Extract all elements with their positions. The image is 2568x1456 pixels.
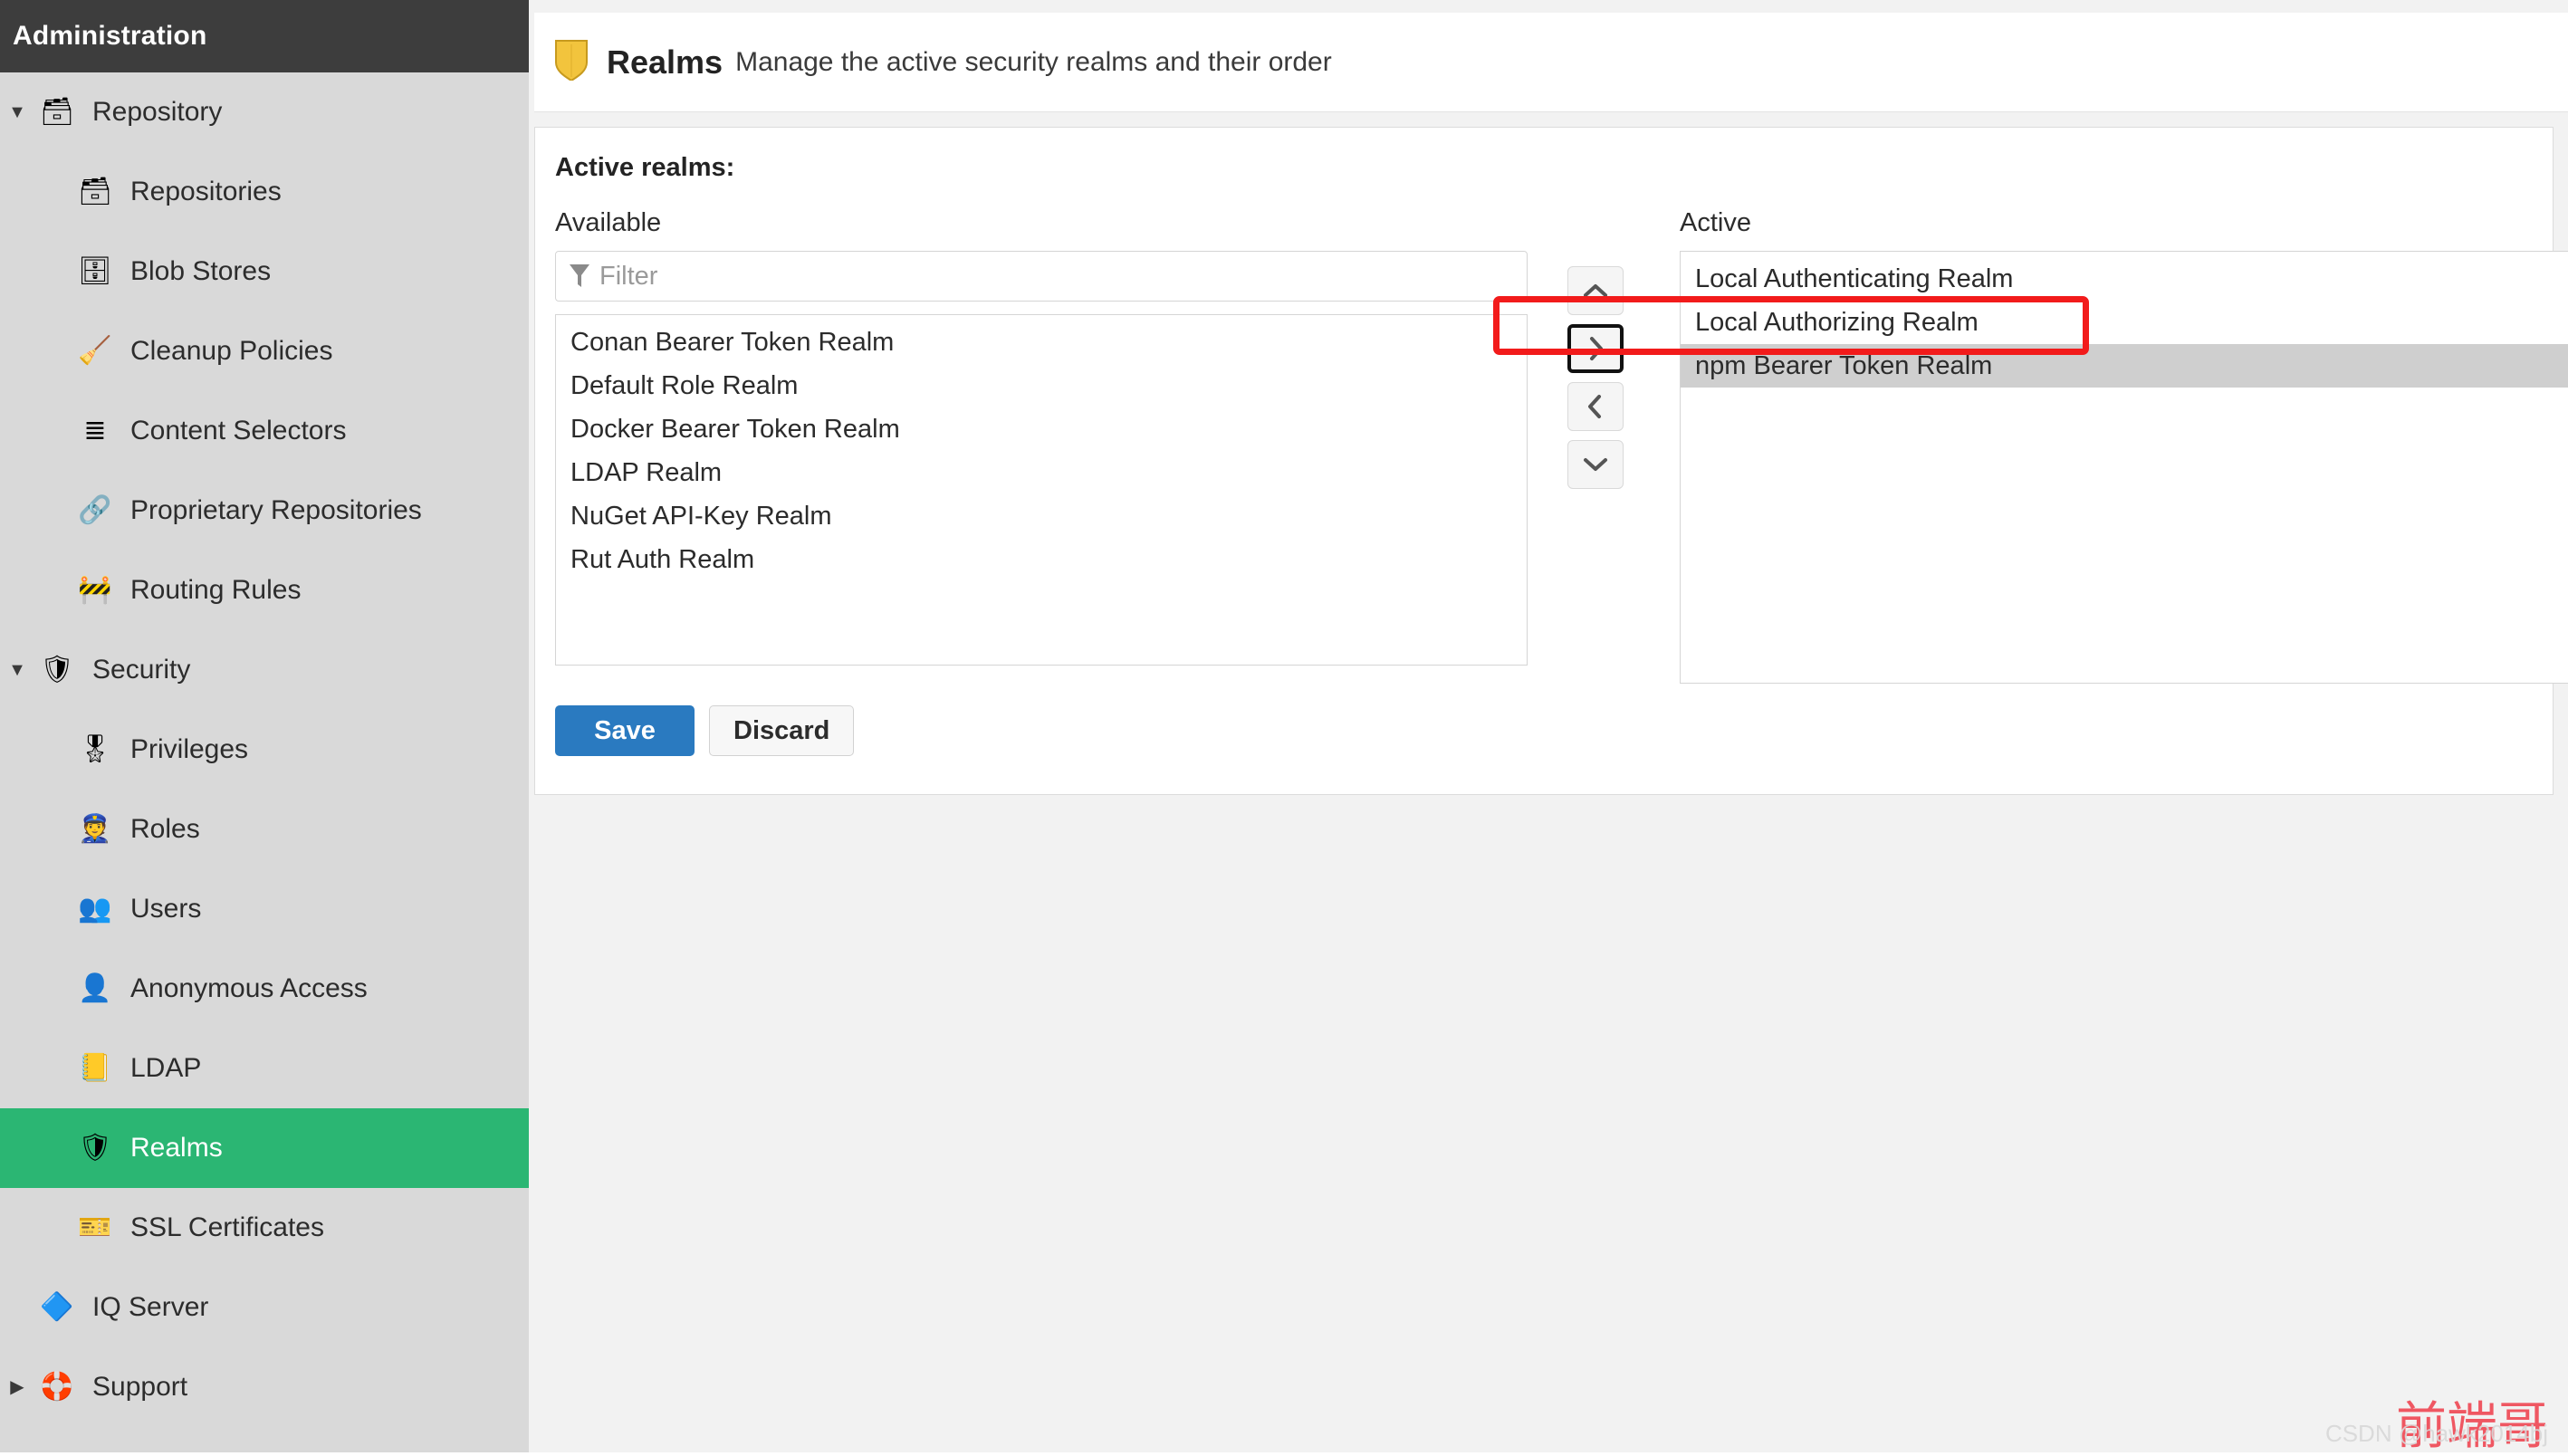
medal-icon: 🎖 <box>74 729 116 771</box>
funnel-icon <box>569 263 592 290</box>
address-book-icon: 📒 <box>74 1048 116 1089</box>
list-item[interactable]: Default Role Realm <box>556 364 1527 407</box>
move-right-button[interactable] <box>1567 324 1624 373</box>
list-item[interactable]: NuGet API-Key Realm <box>556 494 1527 538</box>
caret-down-icon[interactable]: ▼ <box>5 661 29 679</box>
sidebar-item-security[interactable]: ▼ 🛡Security <box>0 630 529 710</box>
list-item[interactable]: npm Bearer Token Realm <box>1681 344 2568 388</box>
available-heading: Available <box>555 208 1528 238</box>
sidebar-item-repository[interactable]: ▼ 🗃Repository <box>0 72 529 152</box>
sidebar-item-ssl-certificates[interactable]: 🎫SSL Certificates <box>0 1188 529 1268</box>
sidebar-nav: ▼🗃Repository🗃Repositories🗄Blob Stores🧹Cl… <box>0 72 529 1427</box>
sidebar-item-repositories[interactable]: 🗃Repositories <box>0 152 529 232</box>
discard-button[interactable]: Discard <box>709 705 854 756</box>
sidebar-item-label: Blob Stores <box>116 256 271 287</box>
sidebar-item-privileges[interactable]: 🎖Privileges <box>0 710 529 790</box>
sidebar-item-label: Cleanup Policies <box>116 336 332 367</box>
sidebar-item-label: Users <box>116 894 201 924</box>
move-down-button[interactable] <box>1567 440 1624 489</box>
sidebar-header: Administration <box>0 0 529 72</box>
caret-down-icon[interactable]: ▼ <box>5 103 29 121</box>
sidebar-item-label: Realms <box>116 1133 223 1164</box>
filter-input[interactable] <box>599 262 1514 292</box>
sidebar-item-roles[interactable]: 👮Roles <box>0 790 529 869</box>
active-column: Active Local Authenticating RealmLocal A… <box>1680 208 2568 684</box>
main-content: Realms Manage the active security realms… <box>529 0 2568 1452</box>
watermark-subtext: CSDN @hawk2014bj <box>2325 1422 2548 1445</box>
move-left-button[interactable] <box>1567 382 1624 431</box>
shield-icon <box>552 37 590 88</box>
database-icon: 🗃 <box>36 91 78 133</box>
panel-actions: Save Discard <box>555 705 854 756</box>
certificate-icon: 🎫 <box>74 1207 116 1249</box>
sidebar-item-label: Privileges <box>116 734 248 765</box>
page-title: Realms <box>607 43 723 81</box>
sidebar-item-realms[interactable]: 🛡Realms <box>0 1108 529 1188</box>
layers-icon: ≣ <box>74 410 116 452</box>
sidebar-item-cleanup-policies[interactable]: 🧹Cleanup Policies <box>0 311 529 391</box>
proprietary-icon: 🔗 <box>74 490 116 532</box>
shield-icon: 🛡 <box>74 1127 116 1169</box>
sidebar-item-blob-stores[interactable]: 🗄Blob Stores <box>0 232 529 311</box>
sidebar-item-label: Content Selectors <box>116 416 346 446</box>
list-item[interactable]: Local Authorizing Realm <box>1681 301 2568 344</box>
sidebar-item-ldap[interactable]: 📒LDAP <box>0 1029 529 1108</box>
server-stack-icon: 🗄 <box>74 251 116 292</box>
sidebar-item-label: IQ Server <box>78 1292 208 1323</box>
list-item[interactable]: Rut Auth Realm <box>556 538 1527 581</box>
active-heading: Active <box>1680 208 2568 238</box>
signpost-icon: 🚧 <box>74 570 116 611</box>
move-up-button[interactable] <box>1567 266 1624 315</box>
sidebar-item-label: Repository <box>78 97 222 128</box>
iq-server-icon: 🔷 <box>36 1287 78 1328</box>
sidebar: Administration ▼🗃Repository🗃Repositories… <box>0 0 529 1452</box>
list-item[interactable]: Docker Bearer Token Realm <box>556 407 1527 451</box>
list-item[interactable]: Local Authenticating Realm <box>1681 257 2568 301</box>
page-header: Realms Manage the active security realms… <box>534 13 2568 112</box>
sidebar-item-content-selectors[interactable]: ≣Content Selectors <box>0 391 529 471</box>
sidebar-item-label: Anonymous Access <box>116 973 368 1004</box>
sidebar-item-proprietary-repositories[interactable]: 🔗Proprietary Repositories <box>0 471 529 551</box>
sidebar-item-label: Routing Rules <box>116 575 301 606</box>
sidebar-item-iq-server[interactable]: 🔷IQ Server <box>0 1268 529 1347</box>
person-icon: 👤 <box>74 968 116 1010</box>
sidebar-item-routing-rules[interactable]: 🚧Routing Rules <box>0 551 529 630</box>
page-subtitle: Manage the active security realms and th… <box>735 47 1332 78</box>
active-realms-list[interactable]: Local Authenticating RealmLocal Authoriz… <box>1680 251 2568 684</box>
realms-panel: Active realms: Available Conan Bearer To… <box>534 127 2554 795</box>
sidebar-item-label: LDAP <box>116 1053 201 1084</box>
shield-security-icon: 🛡 <box>36 649 78 691</box>
transfer-button-group <box>1567 266 1633 498</box>
officer-icon: 👮 <box>74 809 116 850</box>
sidebar-item-label: SSL Certificates <box>116 1212 324 1243</box>
available-realms-list[interactable]: Conan Bearer Token RealmDefault Role Rea… <box>555 314 1528 666</box>
caret-right-icon[interactable]: ▶ <box>5 1378 29 1396</box>
available-column: Available Conan Bearer Token RealmDefaul… <box>555 208 1528 666</box>
lifebuoy-icon: 🛟 <box>36 1366 78 1408</box>
list-item[interactable]: LDAP Realm <box>556 451 1527 494</box>
broom-icon: 🧹 <box>74 330 116 372</box>
sidebar-item-label: Repositories <box>116 177 282 207</box>
database-icon: 🗃 <box>74 171 116 213</box>
watermark: 前端哥 CSDN @hawk2014bj <box>2325 1402 2548 1445</box>
sidebar-item-label: Security <box>78 655 190 685</box>
save-button[interactable]: Save <box>555 705 695 756</box>
list-item[interactable]: Conan Bearer Token Realm <box>556 321 1527 364</box>
active-realms-label: Active realms: <box>555 153 2533 183</box>
filter-field-wrapper[interactable] <box>555 251 1528 302</box>
sidebar-item-anonymous-access[interactable]: 👤Anonymous Access <box>0 949 529 1029</box>
users-icon: 👥 <box>74 888 116 930</box>
sidebar-item-users[interactable]: 👥Users <box>0 869 529 949</box>
sidebar-item-label: Roles <box>116 814 200 845</box>
sidebar-item-label: Proprietary Repositories <box>116 495 422 526</box>
sidebar-item-support[interactable]: ▶ 🛟Support <box>0 1347 529 1427</box>
sidebar-item-label: Support <box>78 1372 187 1403</box>
sidebar-title: Administration <box>0 21 206 52</box>
